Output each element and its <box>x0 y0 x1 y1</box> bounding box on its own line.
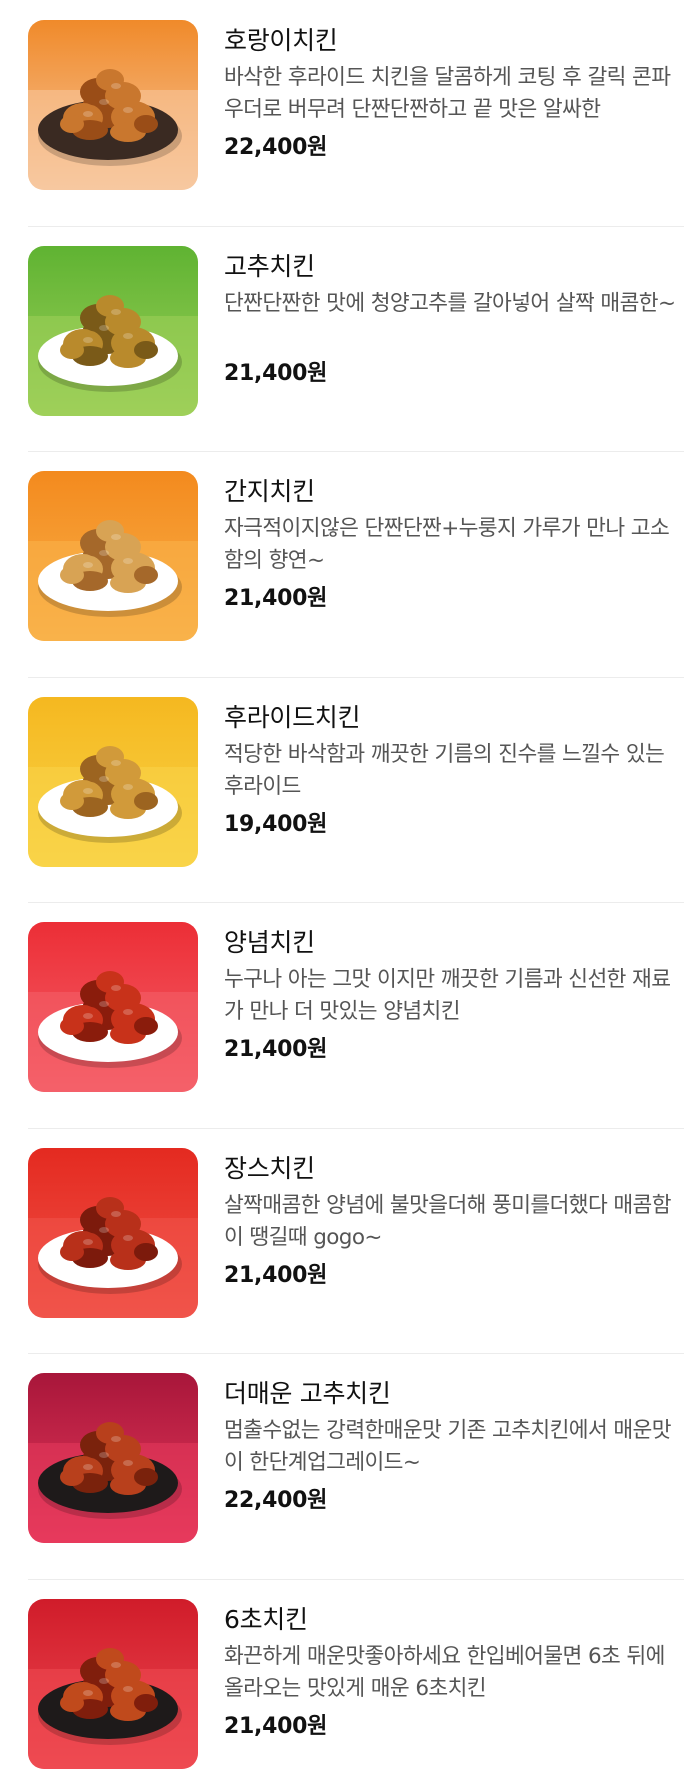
menu-item[interactable]: 더매운 고추치킨 멈출수없는 강력한매운맛 기존 고추치킨에서 매운맛이 한단계… <box>0 1353 700 1579</box>
menu-item-info: 고추치킨 단짠단짠한 맛에 청양고추를 갈아넣어 살짝 매콤한~ 21,400원 <box>224 246 700 390</box>
menu-item-price: 21,400원 <box>224 360 328 386</box>
menu-item-name: 6초치킨 <box>224 1604 308 1634</box>
menu-item[interactable]: 6초치킨 화끈하게 매운맛좋아하세요 한입베어물면 6초 뒤에 올라오는 맛있게… <box>0 1578 700 1786</box>
menu-item-price: 21,400원 <box>224 586 328 611</box>
chicken-photo-icon <box>28 471 198 641</box>
menu-item-info: 양념치킨 누구나 아는 그맛 이지만 깨끗한 기름과 신선한 재료가 만나 더 … <box>224 922 700 1066</box>
menu-item-name: 양념치킨 <box>224 928 315 957</box>
menu-item-info: 후라이드치킨 적당한 바삭함과 깨끗한 기름의 진수를 느낄수 있는 후라이드 … <box>224 697 700 841</box>
menu-item-image[interactable] <box>28 922 198 1092</box>
chicken-piece <box>134 1468 158 1486</box>
menu-item-image[interactable] <box>28 471 198 641</box>
menu-item-description: 누구나 아는 그맛 이지만 깨끗한 기름과 신선한 재료가 만나 더 맛있는 양… <box>224 967 671 1024</box>
menu-item-description: 단짠단짠한 맛에 청양고추를 갈아넣어 살짝 매콤한~ <box>224 290 676 316</box>
chicken-piece <box>60 566 84 584</box>
chicken-piece <box>60 115 84 133</box>
menu-item-info: 호랑이치킨 바삭한 후라이드 치킨을 달콤하게 코팅 후 갈릭 콘파우더로 버무… <box>224 20 700 164</box>
chicken-piece <box>134 1017 158 1035</box>
chicken-piece <box>60 791 84 810</box>
chicken-photo-icon <box>28 20 198 190</box>
chicken-piece <box>134 115 158 133</box>
menu-item-name: 후라이드치킨 <box>224 702 361 732</box>
menu-item-image[interactable] <box>28 696 198 867</box>
menu-item-image[interactable] <box>28 1147 198 1318</box>
chicken-piece <box>60 340 84 359</box>
menu-item-info: 더매운 고추치킨 멈출수없는 강력한매운맛 기존 고추치킨에서 매운맛이 한단계… <box>224 1373 700 1517</box>
chicken-piece <box>134 340 158 359</box>
menu-item[interactable]: 간지치킨 자극적이지않은 단짠단짠+누룽지 가루가 만나 고소함의 향연~ 21… <box>0 451 700 677</box>
menu-item-price: 21,400원 <box>224 1037 328 1062</box>
chicken-piece <box>60 1242 84 1261</box>
chicken-piece <box>134 1242 158 1261</box>
chicken-piece <box>60 1017 84 1035</box>
menu-item-description: 화끈하게 매운맛좋아하세요 한입베어물면 6초 뒤에 올라오는 맛있게 매운 6… <box>224 1643 665 1701</box>
menu-item-price: 19,400원 <box>224 811 328 837</box>
chicken-photo-icon <box>28 1147 198 1318</box>
chicken-piece <box>134 791 158 810</box>
menu-item-name: 장스치킨 <box>224 1153 315 1183</box>
chicken-piece <box>60 1693 84 1712</box>
menu-item-image[interactable] <box>28 1373 198 1543</box>
menu-list: 호랑이치킨 바삭한 후라이드 치킨을 달콤하게 코팅 후 갈릭 콘파우더로 버무… <box>0 0 700 1786</box>
menu-item-name: 호랑이치킨 <box>224 26 338 55</box>
menu-item[interactable]: 장스치킨 살짝매콤한 양념에 불맛을더해 풍미를더했다 매콤함이 땡길때 gog… <box>0 1127 700 1354</box>
menu-item[interactable]: 양념치킨 누구나 아는 그맛 이지만 깨끗한 기름과 신선한 재료가 만나 더 … <box>0 902 700 1128</box>
chicken-photo-icon <box>28 1373 198 1543</box>
menu-item-name: 간지치킨 <box>224 477 315 506</box>
menu-item-price: 21,400원 <box>224 1713 328 1739</box>
chicken-photo-icon <box>28 245 198 416</box>
menu-item-price: 21,400원 <box>224 1262 328 1288</box>
menu-item-info: 6초치킨 화끈하게 매운맛좋아하세요 한입베어물면 6초 뒤에 올라오는 맛있게… <box>224 1599 700 1743</box>
menu-item-description: 살짝매콤한 양념에 불맛을더해 풍미를더했다 매콤함이 땡길때 gogo~ <box>224 1192 672 1250</box>
menu-item-name: 더매운 고추치킨 <box>224 1379 391 1408</box>
chicken-piece <box>134 566 158 584</box>
menu-item-description: 멈출수없는 강력한매운맛 기존 고추치킨에서 매운맛이 한단계업그레이드~ <box>224 1418 672 1475</box>
menu-item-price: 22,400원 <box>224 1488 328 1513</box>
menu-item-image[interactable] <box>28 245 198 416</box>
menu-item[interactable]: 고추치킨 단짠단짠한 맛에 청양고추를 갈아넣어 살짝 매콤한~ 21,400원 <box>0 225 700 452</box>
menu-item[interactable]: 호랑이치킨 바삭한 후라이드 치킨을 달콤하게 코팅 후 갈릭 콘파우더로 버무… <box>0 0 700 226</box>
menu-item-info: 장스치킨 살짝매콤한 양념에 불맛을더해 풍미를더했다 매콤함이 땡길때 gog… <box>224 1148 700 1292</box>
chicken-photo-icon <box>28 922 198 1092</box>
menu-item-image[interactable] <box>28 1598 198 1769</box>
chicken-piece <box>60 1468 84 1486</box>
chicken-photo-icon <box>28 696 198 867</box>
menu-item-name: 고추치킨 <box>224 251 315 281</box>
menu-item-description: 적당한 바삭함과 깨끗한 기름의 진수를 느낄수 있는 후라이드 <box>224 741 665 799</box>
menu-item-image[interactable] <box>28 20 198 190</box>
menu-item-price: 22,400원 <box>224 135 328 160</box>
chicken-piece <box>134 1693 158 1712</box>
menu-item-description: 자극적이지않은 단짠단짠+누룽지 가루가 만나 고소함의 향연~ <box>224 516 670 573</box>
menu-item-info: 간지치킨 자극적이지않은 단짠단짠+누룽지 가루가 만나 고소함의 향연~ 21… <box>224 471 700 615</box>
menu-item[interactable]: 후라이드치킨 적당한 바삭함과 깨끗한 기름의 진수를 느낄수 있는 후라이드 … <box>0 676 700 903</box>
menu-item-description: 바삭한 후라이드 치킨을 달콤하게 코팅 후 갈릭 콘파우더로 버무려 단짠단짠… <box>224 65 671 122</box>
chicken-photo-icon <box>28 1598 198 1769</box>
